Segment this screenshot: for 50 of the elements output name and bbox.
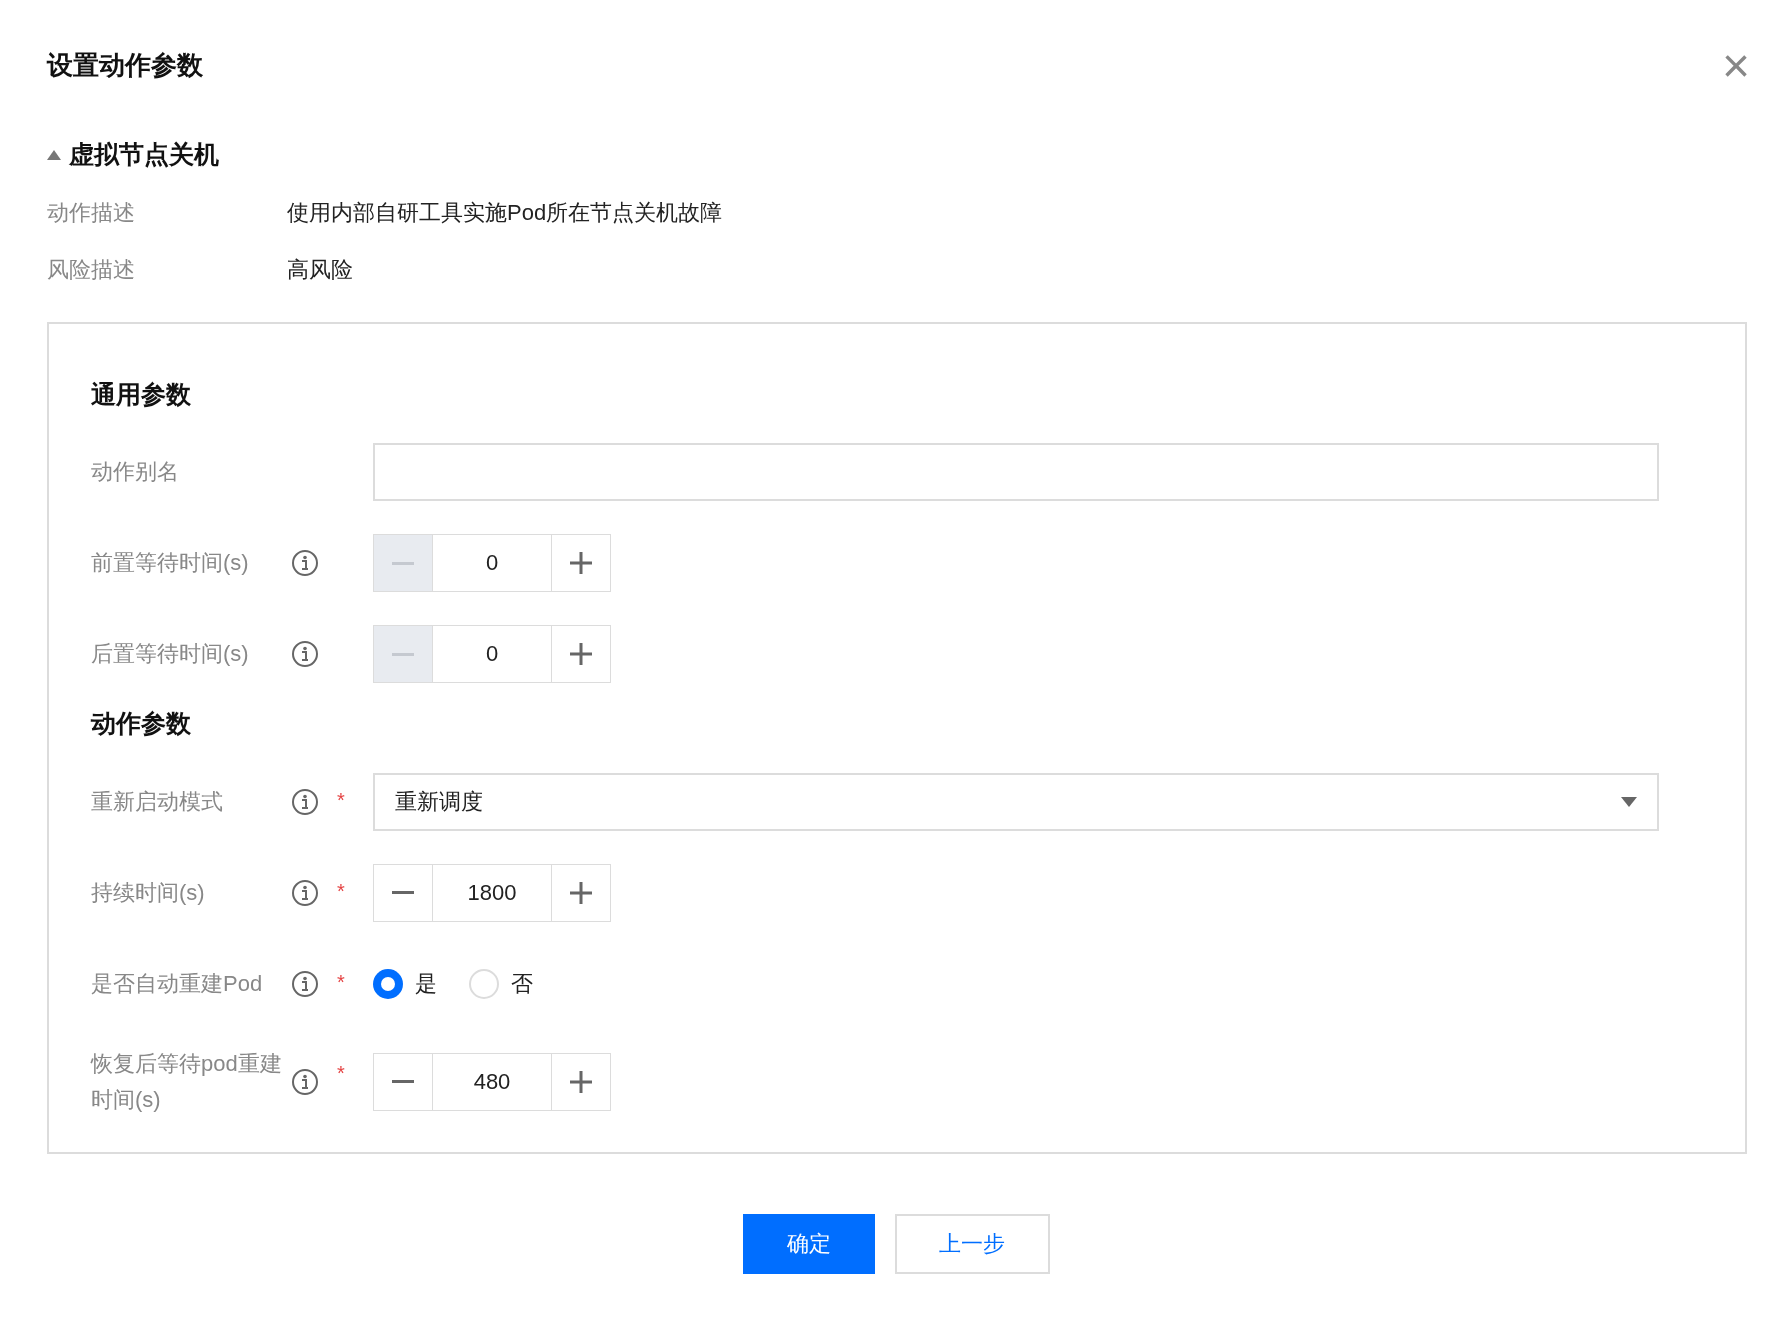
radio-button[interactable] xyxy=(373,968,403,999)
required-asterisk: * xyxy=(336,788,345,811)
close-button[interactable]: × xyxy=(1721,42,1750,90)
increment-button[interactable] xyxy=(551,625,611,683)
confirm-button[interactable]: 确定 xyxy=(742,1213,875,1274)
plus-icon xyxy=(570,552,592,574)
field-label: 后置等待时间(s) xyxy=(91,640,250,668)
back-button[interactable]: 上一步 xyxy=(894,1213,1050,1274)
info-icon[interactable] xyxy=(291,640,319,668)
info-icon[interactable] xyxy=(291,969,319,998)
number-field[interactable]: 1800 xyxy=(433,863,551,922)
minus-icon xyxy=(392,561,414,565)
field-label: 持续时间(s) xyxy=(91,878,206,907)
detail-label: 风险描述 xyxy=(47,255,136,284)
info-icon[interactable] xyxy=(291,1067,319,1096)
plus-icon xyxy=(570,643,592,665)
dropdown-caret-icon xyxy=(1621,796,1637,807)
minus-icon xyxy=(392,1080,414,1083)
field-label: 动作别名 xyxy=(91,458,180,486)
required-asterisk: * xyxy=(336,879,345,902)
field-label: 前置等待时间(s) xyxy=(91,549,250,577)
detail-label: 动作描述 xyxy=(47,198,136,227)
number-field[interactable]: 480 xyxy=(433,1052,551,1111)
detail-value: 高风险 xyxy=(287,255,353,284)
radio-label: 是 xyxy=(415,970,437,998)
field-label: 恢复后等待pod重建时间(s) xyxy=(91,1049,283,1114)
action-name: 虚拟节点关机 xyxy=(69,139,219,170)
text-field[interactable] xyxy=(373,443,1659,501)
field-label: 是否自动重建Pod xyxy=(91,969,264,998)
info-icon[interactable] xyxy=(291,787,319,816)
minus-icon xyxy=(392,652,414,656)
plus-icon xyxy=(570,881,592,904)
select-field[interactable]: 重新调度 xyxy=(373,772,1659,831)
increment-button[interactable] xyxy=(551,534,611,592)
minus-icon xyxy=(392,891,414,894)
radio-label: 否 xyxy=(511,970,533,998)
increment-button[interactable] xyxy=(551,863,611,922)
info-icon[interactable] xyxy=(291,878,319,907)
collapse-triangle-icon[interactable] xyxy=(47,149,61,160)
plus-icon xyxy=(570,1070,592,1093)
required-asterisk: * xyxy=(336,970,345,993)
section-title: 通用参数 xyxy=(91,378,192,410)
field-label: 重新启动模式 xyxy=(91,787,224,816)
info-icon[interactable] xyxy=(291,549,319,577)
section-title: 动作参数 xyxy=(91,708,192,739)
dialog-title: 设置动作参数 xyxy=(47,49,203,82)
detail-value: 使用内部自研工具实施Pod所在节点关机故障 xyxy=(287,198,723,227)
required-asterisk: * xyxy=(336,1061,345,1084)
radio-button[interactable] xyxy=(469,968,499,999)
increment-button[interactable] xyxy=(551,1052,611,1111)
